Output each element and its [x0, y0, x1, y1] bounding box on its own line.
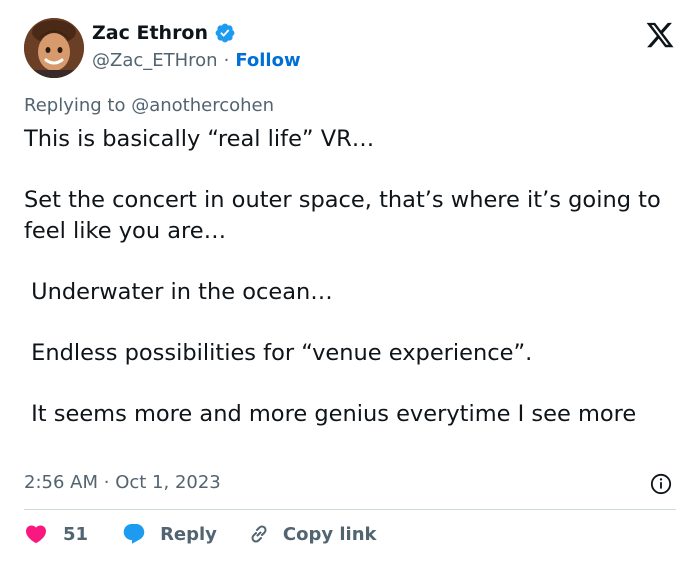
- timestamp-separator: ·: [103, 472, 110, 493]
- handle-separator: ·: [223, 50, 230, 71]
- tweet-paragraph: Endless possibilities for “venue experie…: [24, 340, 533, 366]
- replying-mention-link[interactable]: @anothercohen: [131, 95, 274, 116]
- copy-link-label: Copy link: [282, 523, 377, 545]
- verified-badge-icon[interactable]: [214, 22, 236, 44]
- tweet-timestamp[interactable]: 2:56 AM · Oct 1, 2023: [24, 472, 221, 493]
- reply-bubble-icon: [123, 524, 145, 544]
- tweet-actions: 51 Reply Copy link: [24, 522, 377, 546]
- tweet-paragraph: Underwater in the ocean…: [24, 279, 333, 305]
- tweet-text: This is basically “real life” VR… Set th…: [24, 124, 674, 430]
- timestamp-date: Oct 1, 2023: [115, 472, 221, 493]
- timestamp-time: 2:56 AM: [24, 472, 98, 493]
- tweet-card: Zac Ethron @Zac_ETHron · Follow Replying…: [0, 0, 700, 563]
- link-icon: [251, 525, 267, 543]
- reply-button[interactable]: Reply: [122, 522, 217, 546]
- tweet-paragraph: This is basically “real life” VR…: [24, 126, 375, 152]
- avatar-image: [24, 18, 84, 78]
- like-count: 51: [63, 523, 89, 545]
- author-handle[interactable]: @Zac_ETHron: [92, 50, 218, 71]
- divider: [24, 509, 676, 510]
- follow-button[interactable]: Follow: [235, 50, 300, 71]
- copy-link-button[interactable]: Copy link: [247, 522, 377, 546]
- tweet-paragraph: It seems more and more genius everytime …: [24, 401, 637, 427]
- x-logo-icon[interactable]: [644, 20, 676, 50]
- author-name[interactable]: Zac Ethron: [92, 22, 208, 44]
- replying-prefix: Replying to: [24, 95, 132, 116]
- heart-icon: [25, 525, 47, 544]
- author-handle-row: @Zac_ETHron · Follow: [92, 50, 301, 71]
- reply-label: Reply: [160, 523, 217, 545]
- tweet-paragraph: Set the concert in outer space, that’s w…: [24, 187, 668, 244]
- author-name-row: Zac Ethron: [92, 22, 236, 44]
- replying-to: Replying to @anothercohen: [24, 95, 274, 116]
- avatar[interactable]: [24, 18, 84, 78]
- info-icon[interactable]: [650, 473, 672, 495]
- like-button[interactable]: 51: [24, 522, 88, 546]
